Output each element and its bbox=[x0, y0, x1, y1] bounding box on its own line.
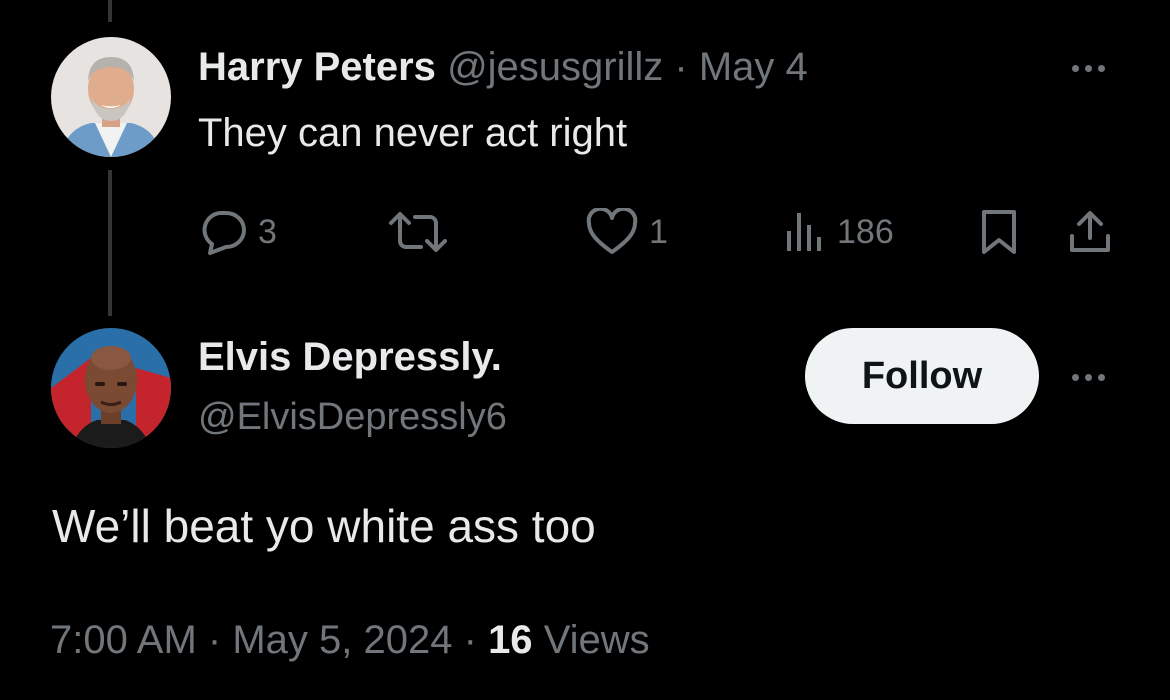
tweet-date[interactable]: May 5, 2024 bbox=[232, 618, 452, 662]
avatar-bald-man-icon bbox=[51, 328, 171, 448]
dot-icon bbox=[1084, 373, 1092, 381]
repost-button[interactable] bbox=[387, 205, 459, 259]
bookmark-icon bbox=[982, 210, 1016, 254]
like-button[interactable]: 1 bbox=[585, 205, 668, 259]
reply-more-button[interactable] bbox=[1064, 53, 1112, 83]
main-more-button[interactable] bbox=[1064, 362, 1112, 392]
reply-count: 3 bbox=[258, 212, 277, 251]
heart-icon bbox=[586, 208, 638, 254]
tweet-views-count: 16 bbox=[488, 618, 533, 662]
thread-line-bottom bbox=[108, 170, 112, 316]
main-handle[interactable]: @ElvisDepressly6 bbox=[198, 392, 507, 442]
share-icon bbox=[1070, 211, 1110, 252]
main-text: We’ll beat yo white ass too bbox=[52, 500, 596, 552]
like-count: 1 bbox=[649, 212, 668, 251]
dot-icon bbox=[1071, 373, 1079, 381]
tweet-views-label: Views bbox=[543, 618, 650, 662]
thread-line-top bbox=[108, 0, 112, 22]
meta-separator: · bbox=[207, 618, 222, 662]
repost-icon bbox=[389, 212, 447, 252]
bookmark-button[interactable] bbox=[978, 205, 1020, 259]
follow-button[interactable]: Follow bbox=[805, 328, 1039, 424]
reply-date[interactable]: May 4 bbox=[699, 45, 808, 89]
avatar-gray-haired-man-icon bbox=[51, 37, 171, 157]
reply-header: Harry Peters @jesusgrillz · May 4 bbox=[198, 42, 808, 92]
main-avatar[interactable] bbox=[51, 328, 171, 448]
tweet-meta: 7:00 AM · May 5, 2024 · 16 Views bbox=[50, 612, 650, 668]
tweet-time[interactable]: 7:00 AM bbox=[50, 618, 197, 662]
main-display-name[interactable]: Elvis Depressly. bbox=[198, 332, 502, 382]
dot-icon bbox=[1071, 64, 1079, 72]
reply-handle[interactable]: @jesusgrillz bbox=[447, 45, 663, 89]
views-button[interactable]: 186 bbox=[783, 205, 894, 259]
dot-icon bbox=[1097, 64, 1105, 72]
analytics-icon bbox=[787, 213, 821, 251]
meta-separator: · bbox=[463, 618, 477, 662]
dot-icon bbox=[1097, 373, 1105, 381]
reply-avatar[interactable] bbox=[51, 37, 171, 157]
views-count: 186 bbox=[837, 212, 894, 251]
comment-icon bbox=[202, 211, 246, 255]
dot-icon bbox=[1084, 64, 1092, 72]
reply-display-name[interactable]: Harry Peters bbox=[198, 45, 436, 89]
reply-separator: · bbox=[674, 45, 688, 89]
share-button[interactable] bbox=[1066, 205, 1114, 259]
reply-comment-button[interactable]: 3 bbox=[198, 205, 277, 259]
reply-text: They can never act right bbox=[198, 111, 628, 155]
